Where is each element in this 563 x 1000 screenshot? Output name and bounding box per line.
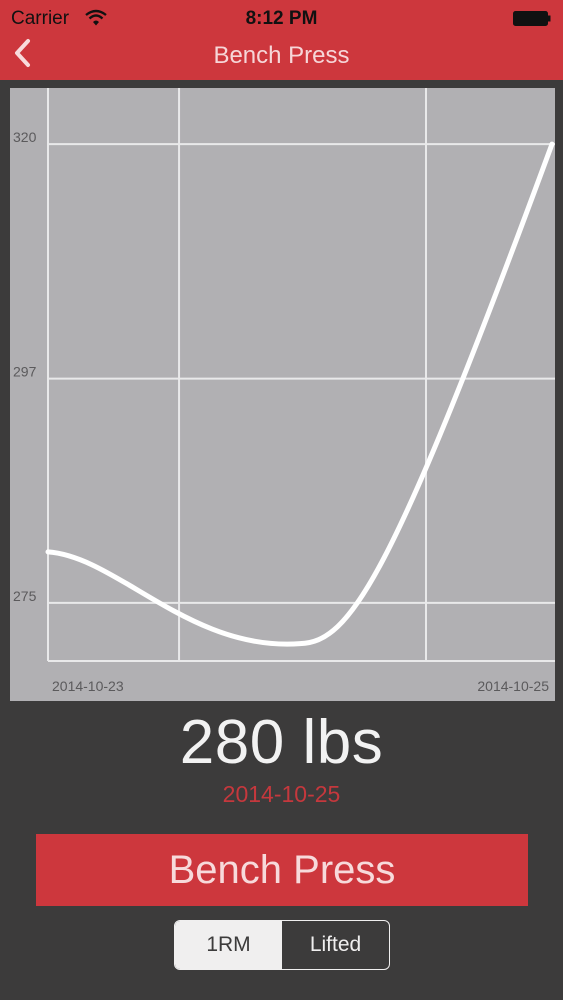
x-tick-label: 2014-10-25: [477, 678, 549, 694]
chart-svg: 275 297 320 2014-10-23 2014-10-25: [10, 88, 555, 701]
battery-icon: [513, 11, 551, 26]
x-tick-label: 2014-10-23: [52, 678, 124, 694]
exercise-button[interactable]: Bench Press: [36, 834, 528, 906]
metric-segmented-control[interactable]: 1RM Lifted: [174, 920, 390, 970]
y-tick-label: 320: [13, 129, 37, 145]
chart-background: [10, 88, 555, 701]
top-bar: Carrier 8:12 PM Bench Press: [0, 0, 563, 80]
y-tick-label: 297: [13, 364, 37, 380]
page-title: Bench Press: [213, 42, 350, 69]
segment-1rm[interactable]: 1RM: [175, 921, 282, 969]
navigation-bar: Bench Press: [0, 36, 563, 80]
clock-label: 8:12 PM: [245, 8, 318, 29]
progress-chart: 275 297 320 2014-10-23 2014-10-25: [10, 88, 555, 701]
status-bar: Carrier 8:12 PM: [0, 0, 563, 38]
segment-lifted[interactable]: Lifted: [282, 921, 389, 969]
y-tick-label: 275: [13, 588, 37, 604]
selected-weight-value: 280 lbs: [179, 708, 384, 777]
selected-date-label: 2014-10-25: [222, 781, 341, 807]
